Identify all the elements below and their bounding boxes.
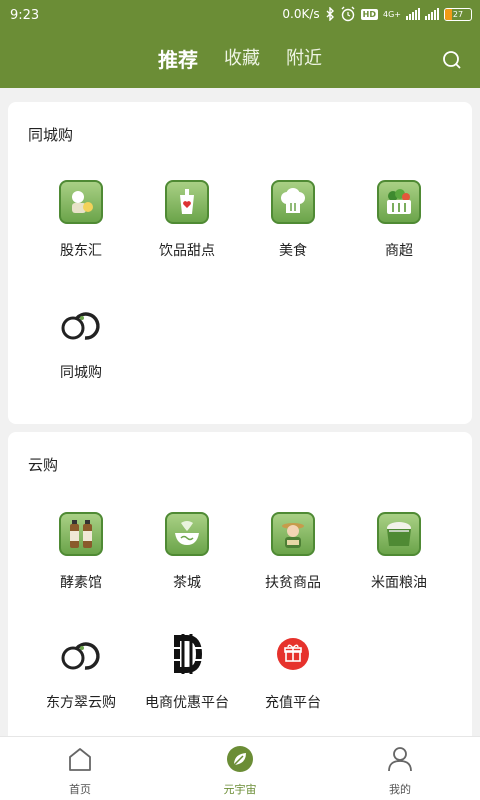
rice-bag-icon <box>377 512 421 556</box>
category-label: 同城购 <box>60 365 102 381</box>
enzyme-bottles-icon <box>59 512 103 556</box>
status-bar: 9:23 0.0K/s HD 4G+ 27 <box>0 0 480 32</box>
gift-icon <box>271 632 315 676</box>
hd-badge: HD <box>360 8 378 20</box>
main-content: 同城购 股东汇 饮品甜点 美食 商超 同城购 云购 酵素馆 茶城 扶贫商品 米面… <box>0 88 480 736</box>
shareholder-icon <box>59 180 103 224</box>
category-label: 股东汇 <box>60 243 102 259</box>
tab-recommend[interactable]: 推荐 <box>158 44 198 76</box>
grocery-basket-icon <box>377 180 421 224</box>
category-label: 酵素馆 <box>60 575 102 591</box>
status-time: 9:23 <box>10 8 40 23</box>
category-label: 美食 <box>279 243 307 259</box>
nav-label: 我的 <box>389 783 411 796</box>
nav-home[interactable]: 首页 <box>20 745 140 797</box>
signal-icon-2 <box>425 8 439 20</box>
bottom-nav: 首页 元宇宙 我的 <box>0 736 480 800</box>
category-label: 茶城 <box>173 575 201 591</box>
ink-circle-icon <box>59 302 103 346</box>
ink-circle-icon <box>59 632 103 676</box>
nav-metaverse[interactable]: 元宇宙 <box>180 745 300 797</box>
category-label: 东方翠云购 <box>46 695 116 711</box>
home-icon <box>69 748 91 771</box>
nav-profile[interactable]: 我的 <box>340 745 460 797</box>
network-speed: 0.0K/s <box>282 7 320 21</box>
search-icon[interactable] <box>442 50 462 70</box>
category-item[interactable]: 电商优惠平台 <box>134 632 240 712</box>
category-item[interactable]: 股东汇 <box>28 180 134 260</box>
section-title: 同城购 <box>28 126 74 144</box>
alarm-icon <box>341 6 355 22</box>
category-item[interactable]: 同城购 <box>28 302 134 382</box>
section-local-shopping: 同城购 股东汇 饮品甜点 美食 商超 同城购 <box>8 102 472 424</box>
battery-icon: 27 <box>444 7 472 21</box>
signal-icon <box>406 8 420 20</box>
header-tabs: 推荐 收藏 附近 <box>0 44 480 76</box>
user-icon <box>388 747 412 772</box>
network-type: 4G+ <box>383 9 401 19</box>
drink-icon <box>165 180 209 224</box>
section-title: 云购 <box>28 456 59 474</box>
category-label: 电商优惠平台 <box>145 695 229 711</box>
nav-label: 元宇宙 <box>223 783 257 796</box>
category-label: 充值平台 <box>265 695 321 711</box>
tab-nearby[interactable]: 附近 <box>286 44 322 76</box>
category-item[interactable]: 充值平台 <box>240 632 346 712</box>
category-label: 商超 <box>385 243 413 259</box>
chef-hat-icon <box>271 180 315 224</box>
category-item[interactable]: 米面粮油 <box>346 512 452 592</box>
tea-bowl-icon <box>165 512 209 556</box>
category-item[interactable]: 商超 <box>346 180 452 260</box>
category-item[interactable]: 饮品甜点 <box>134 180 240 260</box>
category-item[interactable]: 扶贫商品 <box>240 512 346 592</box>
tab-favorites[interactable]: 收藏 <box>224 44 260 76</box>
category-item[interactable]: 酵素馆 <box>28 512 134 592</box>
nav-label: 首页 <box>69 783 91 796</box>
category-item[interactable]: 东方翠云购 <box>28 632 134 712</box>
section-cloud-shopping: 云购 酵素馆 茶城 扶贫商品 米面粮油 东方翠云购 电商优惠平台 充值平台 <box>8 432 472 736</box>
category-item[interactable]: 美食 <box>240 180 346 260</box>
category-label: 饮品甜点 <box>159 243 215 259</box>
dollar-d-icon <box>165 632 209 676</box>
category-item[interactable]: 茶城 <box>134 512 240 592</box>
header-bar: 9:23 0.0K/s HD 4G+ 27 推荐 收藏 附近 <box>0 0 480 88</box>
category-label: 米面粮油 <box>371 575 427 591</box>
farmer-icon <box>271 512 315 556</box>
leaf-icon <box>227 746 253 772</box>
bluetooth-icon <box>326 7 334 21</box>
category-label: 扶贫商品 <box>265 575 321 591</box>
